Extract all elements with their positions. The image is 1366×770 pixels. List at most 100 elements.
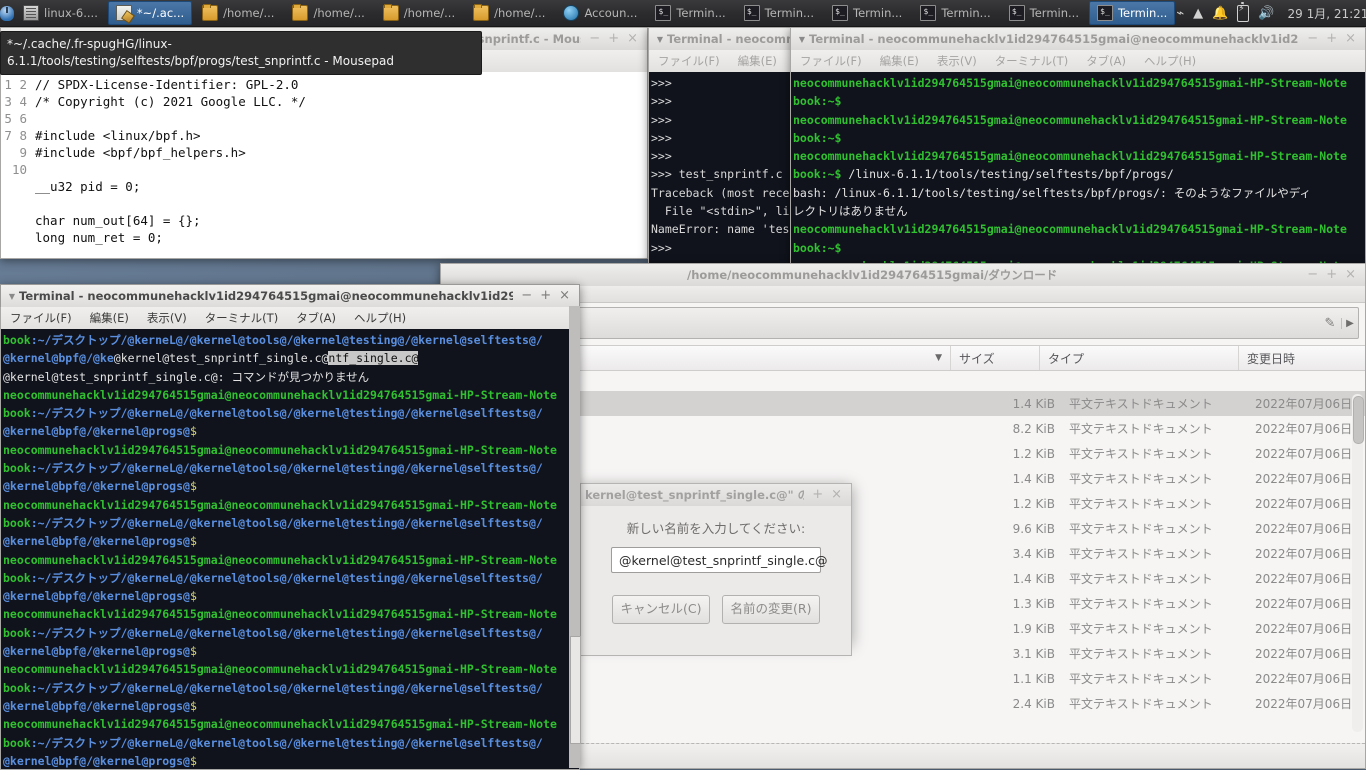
terminal-main-menu-3[interactable]: ターミナル(T) xyxy=(196,308,288,328)
column-header-size[interactable]: サイズ xyxy=(951,346,1040,370)
terminal-line-part: レクトリはありません xyxy=(793,204,908,219)
terminal-main-menu-1[interactable]: 編集(E) xyxy=(81,308,138,328)
terminal-main-menu-2[interactable]: 表示(V) xyxy=(138,308,196,328)
terminal-line: neocommunehacklv1id294764515gmai@neocomm… xyxy=(3,715,579,733)
file-manager-titlebar[interactable]: /home/neocommunehacklv1id294764515gmai/ダ… xyxy=(440,263,1366,286)
taskbar-item-3[interactable]: /home/... xyxy=(284,1,372,25)
mousepad-window-buttons[interactable]: − + × xyxy=(581,32,643,46)
terminal-python-menu-1[interactable]: 編集(E) xyxy=(729,51,786,71)
window-menu-icon[interactable]: ▼ xyxy=(653,35,667,44)
pencil-icon[interactable]: ✎ xyxy=(1319,316,1341,331)
rename-input[interactable]: @kernel@test_snprintf_single.c@ xyxy=(611,547,828,573)
taskbar-item-2[interactable]: /home/... xyxy=(194,1,282,25)
terminal-python-output[interactable]: >>> >>> >>> >>> >>> >>> test_snprintf.c … xyxy=(648,72,800,281)
close-icon[interactable]: × xyxy=(831,488,842,502)
maximize-icon[interactable]: + xyxy=(608,32,619,46)
cell-size: 1.3 KiB xyxy=(1012,596,1055,611)
window-menu-icon[interactable]: ▼ xyxy=(5,292,19,301)
column-header-date[interactable]: 変更日時 xyxy=(1239,346,1365,370)
cell-date: 2022年07月06日 xyxy=(1255,572,1353,586)
minimize-icon[interactable]: + xyxy=(812,488,823,502)
file-manager-window-buttons[interactable]: − + × xyxy=(1299,268,1361,282)
maximize-icon[interactable]: + xyxy=(540,289,551,303)
volume-icon[interactable]: 🔊 xyxy=(1258,7,1274,20)
maximize-icon[interactable]: + xyxy=(1326,268,1337,282)
taskbar-item-12[interactable]: $_ Termin... xyxy=(1088,1,1176,25)
rename-confirm-button[interactable]: 名前の変更(R) xyxy=(722,595,820,624)
scrollbar-thumb[interactable] xyxy=(570,636,581,744)
close-icon[interactable]: × xyxy=(1345,32,1356,46)
bell-icon[interactable]: 🔔 xyxy=(1212,7,1228,20)
terminal-bash-menu-5[interactable]: ヘルプ(H) xyxy=(1135,51,1205,71)
terminal-line-part: book:~$ xyxy=(793,94,842,109)
terminal-main-menu-5[interactable]: ヘルプ(H) xyxy=(345,308,415,328)
rename-dialog-window-buttons[interactable]: + × xyxy=(804,488,847,502)
taskbar-item-8[interactable]: $_ Termin... xyxy=(736,1,822,25)
taskbar-item-1[interactable]: *~/.ac... xyxy=(107,1,193,25)
rename-dialog[interactable]: kernel@test_snprintf_single.c@" の + × 新し… xyxy=(580,483,852,656)
terminal-main-window-buttons[interactable]: − + × xyxy=(513,289,575,303)
terminal-main-output[interactable]: book:~/デスクトップ/@kerneL@/@kernel@tools@/@k… xyxy=(0,329,580,770)
terminal-line: book:~/デスクトップ/@kerneL@/@kernel@tools@/@k… xyxy=(3,459,579,477)
terminal-python-menubar[interactable]: ファイル(F) 編集(E) xyxy=(648,50,800,72)
terminal-bash-titlebar[interactable]: ▼ Terminal - neocommunehacklv1id29476451… xyxy=(790,27,1366,50)
terminal-python-window[interactable]: ▼ Terminal - neocomm ファイル(F) 編集(E) >>> >>… xyxy=(648,27,800,281)
code-text[interactable]: // SPDX-License-Identifier: GPL-2.0 /* C… xyxy=(31,72,647,258)
close-icon[interactable]: × xyxy=(1345,268,1356,282)
taskbar-item-label: Accoun... xyxy=(584,6,638,20)
terminal-main-menu-4[interactable]: タブ(A) xyxy=(287,308,345,328)
taskbar-item-5[interactable]: /home/... xyxy=(465,1,553,25)
terminal-bash-menu-2[interactable]: 表示(V) xyxy=(928,51,986,71)
taskbar-item-0[interactable]: linux-6.... xyxy=(15,1,106,25)
sort-descending-icon[interactable]: ▼ xyxy=(935,353,942,363)
battery-icon[interactable] xyxy=(1237,2,1250,22)
minimize-icon[interactable]: − xyxy=(521,289,532,303)
column-header-type[interactable]: タイプ xyxy=(1040,346,1239,370)
mousepad-editor[interactable]: 1 2 3 4 5 6 7 8 9 10 // SPDX-License-Ide… xyxy=(0,72,648,259)
terminal-main-menubar[interactable]: ファイル(F) 編集(E) 表示(V) ターミナル(T) タブ(A) ヘルプ(H) xyxy=(0,307,580,329)
wifi-icon[interactable]: ▲ xyxy=(1193,7,1203,20)
path-bar[interactable]: ✎ ▶ xyxy=(449,307,1359,339)
taskbar-item-6[interactable]: Accoun... xyxy=(555,1,645,25)
start-button[interactable] xyxy=(0,1,14,25)
taskbar[interactable]: linux-6.... *~/.ac... /home/... /home/... /h… xyxy=(0,0,1366,27)
file-list-scrollbar[interactable] xyxy=(1352,394,1364,732)
taskbar-item-11[interactable]: $_ Termin... xyxy=(1001,1,1087,25)
minimize-icon[interactable]: − xyxy=(1307,268,1318,282)
rename-dialog-buttons[interactable]: キャンセル(C) 名前の変更(R) xyxy=(612,595,820,624)
terminal-line-part: neocommunehacklv1id294764515gmai@neocomm… xyxy=(3,387,557,402)
rename-dialog-titlebar[interactable]: kernel@test_snprintf_single.c@" の + × xyxy=(580,483,852,506)
terminal-main-window[interactable]: ▼ Terminal - neocommunehacklv1id29476451… xyxy=(0,284,581,770)
close-icon[interactable]: × xyxy=(627,32,638,46)
cell-size: 1.4 KiB xyxy=(1012,396,1055,411)
chevron-right-icon[interactable]: ▶ xyxy=(1341,317,1358,329)
terminal-bash-output[interactable]: neocommunehacklv1id294764515gmai@neocomm… xyxy=(790,72,1366,279)
terminal-main-titlebar[interactable]: ▼ Terminal - neocommunehacklv1id29476451… xyxy=(0,284,580,307)
terminal-bash-menubar[interactable]: ファイル(F) 編集(E) 表示(V) ターミナル(T) タブ(A) ヘルプ(H) xyxy=(790,50,1366,72)
terminal-bash-menu-4[interactable]: タブ(A) xyxy=(1077,51,1135,71)
taskbar-item-4[interactable]: /home/... xyxy=(375,1,463,25)
terminal-python-titlebar[interactable]: ▼ Terminal - neocomm xyxy=(648,27,800,50)
terminal-python-menu-0[interactable]: ファイル(F) xyxy=(649,51,729,71)
terminal-line-part: neocommunehacklv1id294764515gmai@neocomm… xyxy=(3,662,557,677)
terminal-bash-window-buttons[interactable]: − + × xyxy=(1299,32,1361,46)
terminal-main-menu-0[interactable]: ファイル(F) xyxy=(1,308,81,328)
terminal-scrollbar[interactable] xyxy=(569,306,581,768)
terminal-bash-menu-3[interactable]: ターミナル(T) xyxy=(986,51,1078,71)
system-tray[interactable]: ⌁ ▲ 🔔 🔊 29 1月, 21:21 xyxy=(1176,2,1366,22)
scrollbar-thumb[interactable] xyxy=(1353,396,1364,444)
minimize-icon[interactable]: − xyxy=(589,32,600,46)
cancel-button[interactable]: キャンセル(C) xyxy=(612,595,710,624)
terminal-bash-menu-0[interactable]: ファイル(F) xyxy=(791,51,871,71)
taskbar-item-7[interactable]: $_ Termin... xyxy=(647,1,733,25)
taskbar-item-9[interactable]: $_ Termin... xyxy=(824,1,910,25)
clock[interactable]: 29 1月, 21:21 xyxy=(1284,5,1366,22)
bluetooth-icon[interactable]: ⌁ xyxy=(1176,7,1184,20)
close-icon[interactable]: × xyxy=(559,289,570,303)
maximize-icon[interactable]: + xyxy=(1326,32,1337,46)
taskbar-item-10[interactable]: $_ Termin... xyxy=(912,1,998,25)
window-menu-icon[interactable]: ▼ xyxy=(795,35,809,44)
terminal-bash-menu-1[interactable]: 編集(E) xyxy=(871,51,928,71)
terminal-bash-window[interactable]: ▼ Terminal - neocommunehacklv1id29476451… xyxy=(790,27,1366,279)
minimize-icon[interactable]: − xyxy=(1307,32,1318,46)
